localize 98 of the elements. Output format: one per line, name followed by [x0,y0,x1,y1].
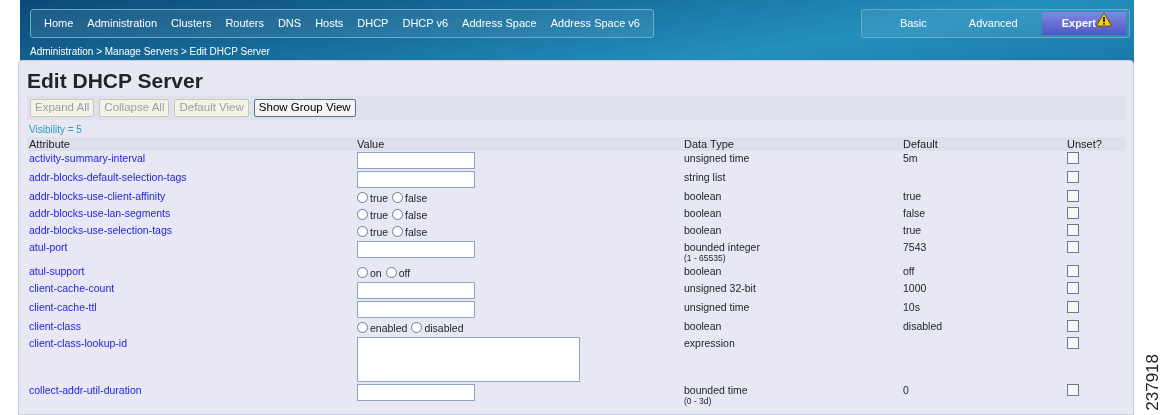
unset-checkbox[interactable] [1067,170,1079,183]
data-type: boolean [684,264,722,277]
default-value: disabled [903,319,943,332]
column-header: Attribute [27,136,355,151]
data-type: boolean [684,189,722,202]
unset-checkbox[interactable] [1067,189,1079,202]
default-value: 10s [903,300,920,313]
data-type: unsigned 32-bit [684,281,756,294]
unset-checkbox[interactable] [1067,240,1079,253]
radio-label: false [405,208,428,221]
input-field[interactable] [357,383,475,401]
radio-button[interactable] [392,208,404,220]
nav-link[interactable]: Address Space v6 [543,15,647,32]
unset-checkbox[interactable] [1067,223,1079,236]
unset-checkbox[interactable] [1067,264,1079,277]
nav-link[interactable]: Administration [80,15,165,32]
radio-label: false [405,191,428,204]
data-type: boolean [684,223,722,236]
radio-label: true [370,225,389,238]
radio-button[interactable] [357,225,368,237]
radio-button[interactable] [392,191,404,203]
data-type: boolean [684,206,722,219]
attribute-link[interactable]: client-class [29,319,81,332]
radio-label: on [370,266,382,279]
input-field[interactable] [357,151,475,169]
unset-checkbox[interactable] [1067,281,1079,294]
data-type: unsigned time [684,300,750,313]
data-type: unsigned time [684,151,750,164]
attribute-link[interactable]: client-class-lookup-id [29,336,128,349]
unset-checkbox[interactable] [1067,383,1079,396]
attribute-link[interactable]: addr-blocks-use-client-affinity [29,189,166,202]
mode-tab[interactable]: Expert [1041,12,1126,35]
column-header: Value [355,136,682,151]
breadcrumb: Administration > Manage Servers > Edit DHCP Server [30,45,271,59]
toolbar-button[interactable]: Show Group View [253,99,356,117]
nav-link[interactable]: DNS [270,15,309,32]
unset-checkbox[interactable] [1067,319,1079,332]
mode-tab[interactable]: Advanced [950,11,1036,36]
data-type: bounded integer [684,240,760,253]
default-value: true [903,189,922,202]
attribute-link[interactable]: addr-blocks-use-lan-segments [29,206,171,219]
radio-label: enabled [370,321,408,334]
attribute-link[interactable]: atul-support [29,264,85,277]
default-value: 7543 [903,240,927,253]
radio-button[interactable] [411,321,423,333]
default-value: off [903,264,915,277]
visibility-label: Visibility = 5 [28,122,83,137]
attribute-link[interactable]: atul-port [29,240,68,253]
column-header: Unset? [1065,136,1125,151]
attribute-link[interactable]: client-cache-count [29,281,115,294]
nav-link[interactable]: Hosts [308,15,351,32]
data-type: expression [684,336,735,349]
radio-button[interactable] [392,225,404,237]
unset-checkbox[interactable] [1067,206,1079,219]
input-field[interactable] [357,170,475,188]
default-value: 5m [903,151,918,164]
nav-link[interactable]: Address Space [455,15,544,32]
unset-checkbox[interactable] [1067,300,1079,313]
attribute-link[interactable]: activity-summary-interval [29,151,146,164]
unset-checkbox[interactable] [1067,151,1079,164]
attribute-link[interactable]: addr-blocks-use-selection-tags [29,223,172,236]
radio-button[interactable] [385,266,397,278]
radio-button[interactable] [357,208,368,220]
input-field[interactable] [357,300,475,318]
radio-button[interactable] [357,266,368,278]
data-type: boolean [684,319,722,332]
nav-link[interactable]: Clusters [164,15,219,32]
default-value: false [903,206,926,219]
column-header: Data Type [682,136,901,151]
attribute-link[interactable]: client-cache-ttl [29,300,97,313]
radio-label: true [370,208,389,221]
attribute-link[interactable]: collect-addr-util-duration [29,383,142,396]
data-type: bounded time [684,383,748,396]
input-field[interactable] [357,240,475,258]
page-title: Edit DHCP Server [27,69,204,93]
radio-label: true [370,191,389,204]
nav-link[interactable]: DHCP [350,15,396,32]
nav-link[interactable]: Home [37,15,81,32]
default-value: 1000 [903,281,927,294]
radio-button[interactable] [357,191,368,203]
default-value: 0 [903,383,909,396]
unset-checkbox[interactable] [1067,336,1079,349]
radio-button[interactable] [357,321,368,333]
data-type: string list [684,170,726,183]
mode-tab[interactable]: Basic [881,11,945,36]
attribute-link[interactable]: addr-blocks-default-selection-tags [29,170,187,183]
nav-link[interactable]: Routers [218,15,271,32]
radio-label: disabled [424,321,464,334]
value-range: (0 - 3d) [684,396,713,406]
text-area[interactable] [357,336,580,382]
radio-label: false [405,225,428,238]
radio-label: off [398,266,411,279]
nav-link[interactable]: DHCP v6 [395,15,456,32]
column-header: Default [901,136,1065,151]
default-value: true [903,223,922,236]
value-range: (1 - 65535) [684,253,727,263]
figure-number: 237918 [1142,354,1160,411]
input-field[interactable] [357,281,475,299]
